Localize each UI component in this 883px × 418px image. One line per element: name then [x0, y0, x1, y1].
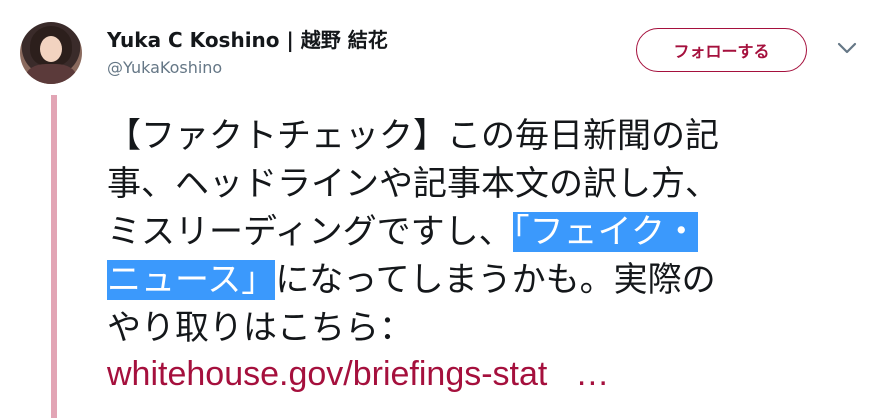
tweet-line: 【ファクトチェック】この毎日新聞の記: [107, 116, 719, 156]
thread-line: [51, 95, 57, 418]
user-handle[interactable]: @YukaKoshino: [107, 58, 222, 77]
selected-text[interactable]: 「フェイク・: [512, 212, 699, 252]
tweet-line: 事、ヘッドラインや記事本文の訳し方、: [107, 164, 719, 204]
link-text[interactable]: whitehouse.gov/briefings-stat: [107, 355, 547, 393]
tweet-line: やり取りはこちら：: [107, 308, 413, 348]
tweet-link[interactable]: whitehouse.gov/briefings-stat …: [107, 355, 609, 394]
tweet-line: ニュース」になってしまうかも。実際の: [107, 256, 867, 304]
follow-button[interactable]: フォローする: [636, 28, 807, 72]
tweet-text-plain: ミスリーディングですし、: [107, 212, 513, 252]
selected-text[interactable]: ニュース」: [107, 260, 276, 300]
follow-button-label: フォローする: [673, 42, 770, 61]
avatar-body: [26, 64, 76, 84]
display-name[interactable]: Yuka C Koshino | 越野 結花: [107, 24, 388, 53]
tweet-text-plain: になってしまうかも。実際の: [275, 260, 716, 300]
avatar[interactable]: [20, 22, 82, 84]
avatar-face: [40, 36, 62, 62]
tweet-text: 【ファクトチェック】この毎日新聞の記 事、ヘッドラインや記事本文の訳し方、 ミス…: [107, 112, 867, 352]
tweet-line: ミスリーディングですし、「フェイク・: [107, 208, 867, 256]
link-ellipsis: …: [575, 355, 610, 393]
chevron-down-icon[interactable]: [836, 40, 858, 56]
